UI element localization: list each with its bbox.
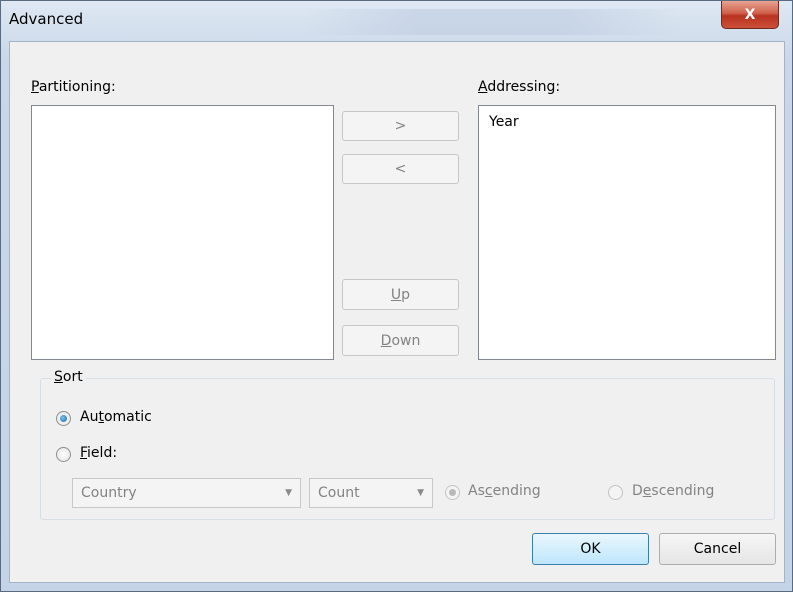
dialog-body: Partitioning: > < Up Down Addressing: Ye… <box>9 41 785 583</box>
chevron-down-icon: ▼ <box>417 488 424 498</box>
sort-field-dropdown[interactable]: Country ▼ <box>72 478 301 508</box>
addressing-list[interactable]: Year <box>478 105 776 360</box>
automatic-label[interactable]: Automatic <box>80 409 152 425</box>
down-button[interactable]: Down <box>342 325 459 356</box>
close-button[interactable]: X <box>721 1 779 29</box>
move-right-button[interactable]: > <box>342 111 459 141</box>
window-title: Advanced <box>9 10 84 28</box>
aggregation-dropdown[interactable]: Count ▼ <box>309 478 433 508</box>
up-button[interactable]: Up <box>342 279 459 310</box>
list-item[interactable]: Year <box>489 114 519 130</box>
partitioning-label: Partitioning: <box>31 79 116 95</box>
chevron-down-icon: ▼ <box>285 488 292 498</box>
automatic-radio[interactable] <box>56 411 71 426</box>
partitioning-list[interactable] <box>31 105 334 360</box>
move-left-button[interactable]: < <box>342 154 459 184</box>
descending-label[interactable]: Descending <box>632 483 714 499</box>
field-label[interactable]: Field: <box>80 445 117 461</box>
ascending-radio[interactable] <box>445 485 460 500</box>
field-radio[interactable] <box>56 447 71 462</box>
cancel-button[interactable]: Cancel <box>659 533 776 565</box>
title-bar-glow <box>301 9 681 35</box>
ok-button[interactable]: OK <box>532 533 649 565</box>
advanced-dialog: Advanced X Partitioning: > < Up Down Add… <box>0 0 793 592</box>
ascending-label[interactable]: Ascending <box>468 483 541 499</box>
title-bar[interactable]: Advanced X <box>1 1 792 41</box>
addressing-label: Addressing: <box>478 79 561 95</box>
sort-group-label: Sort <box>51 369 86 385</box>
aggregation-value: Count <box>318 485 360 501</box>
sort-field-value: Country <box>81 485 137 501</box>
close-icon: X <box>744 6 756 23</box>
descending-radio[interactable] <box>608 485 623 500</box>
